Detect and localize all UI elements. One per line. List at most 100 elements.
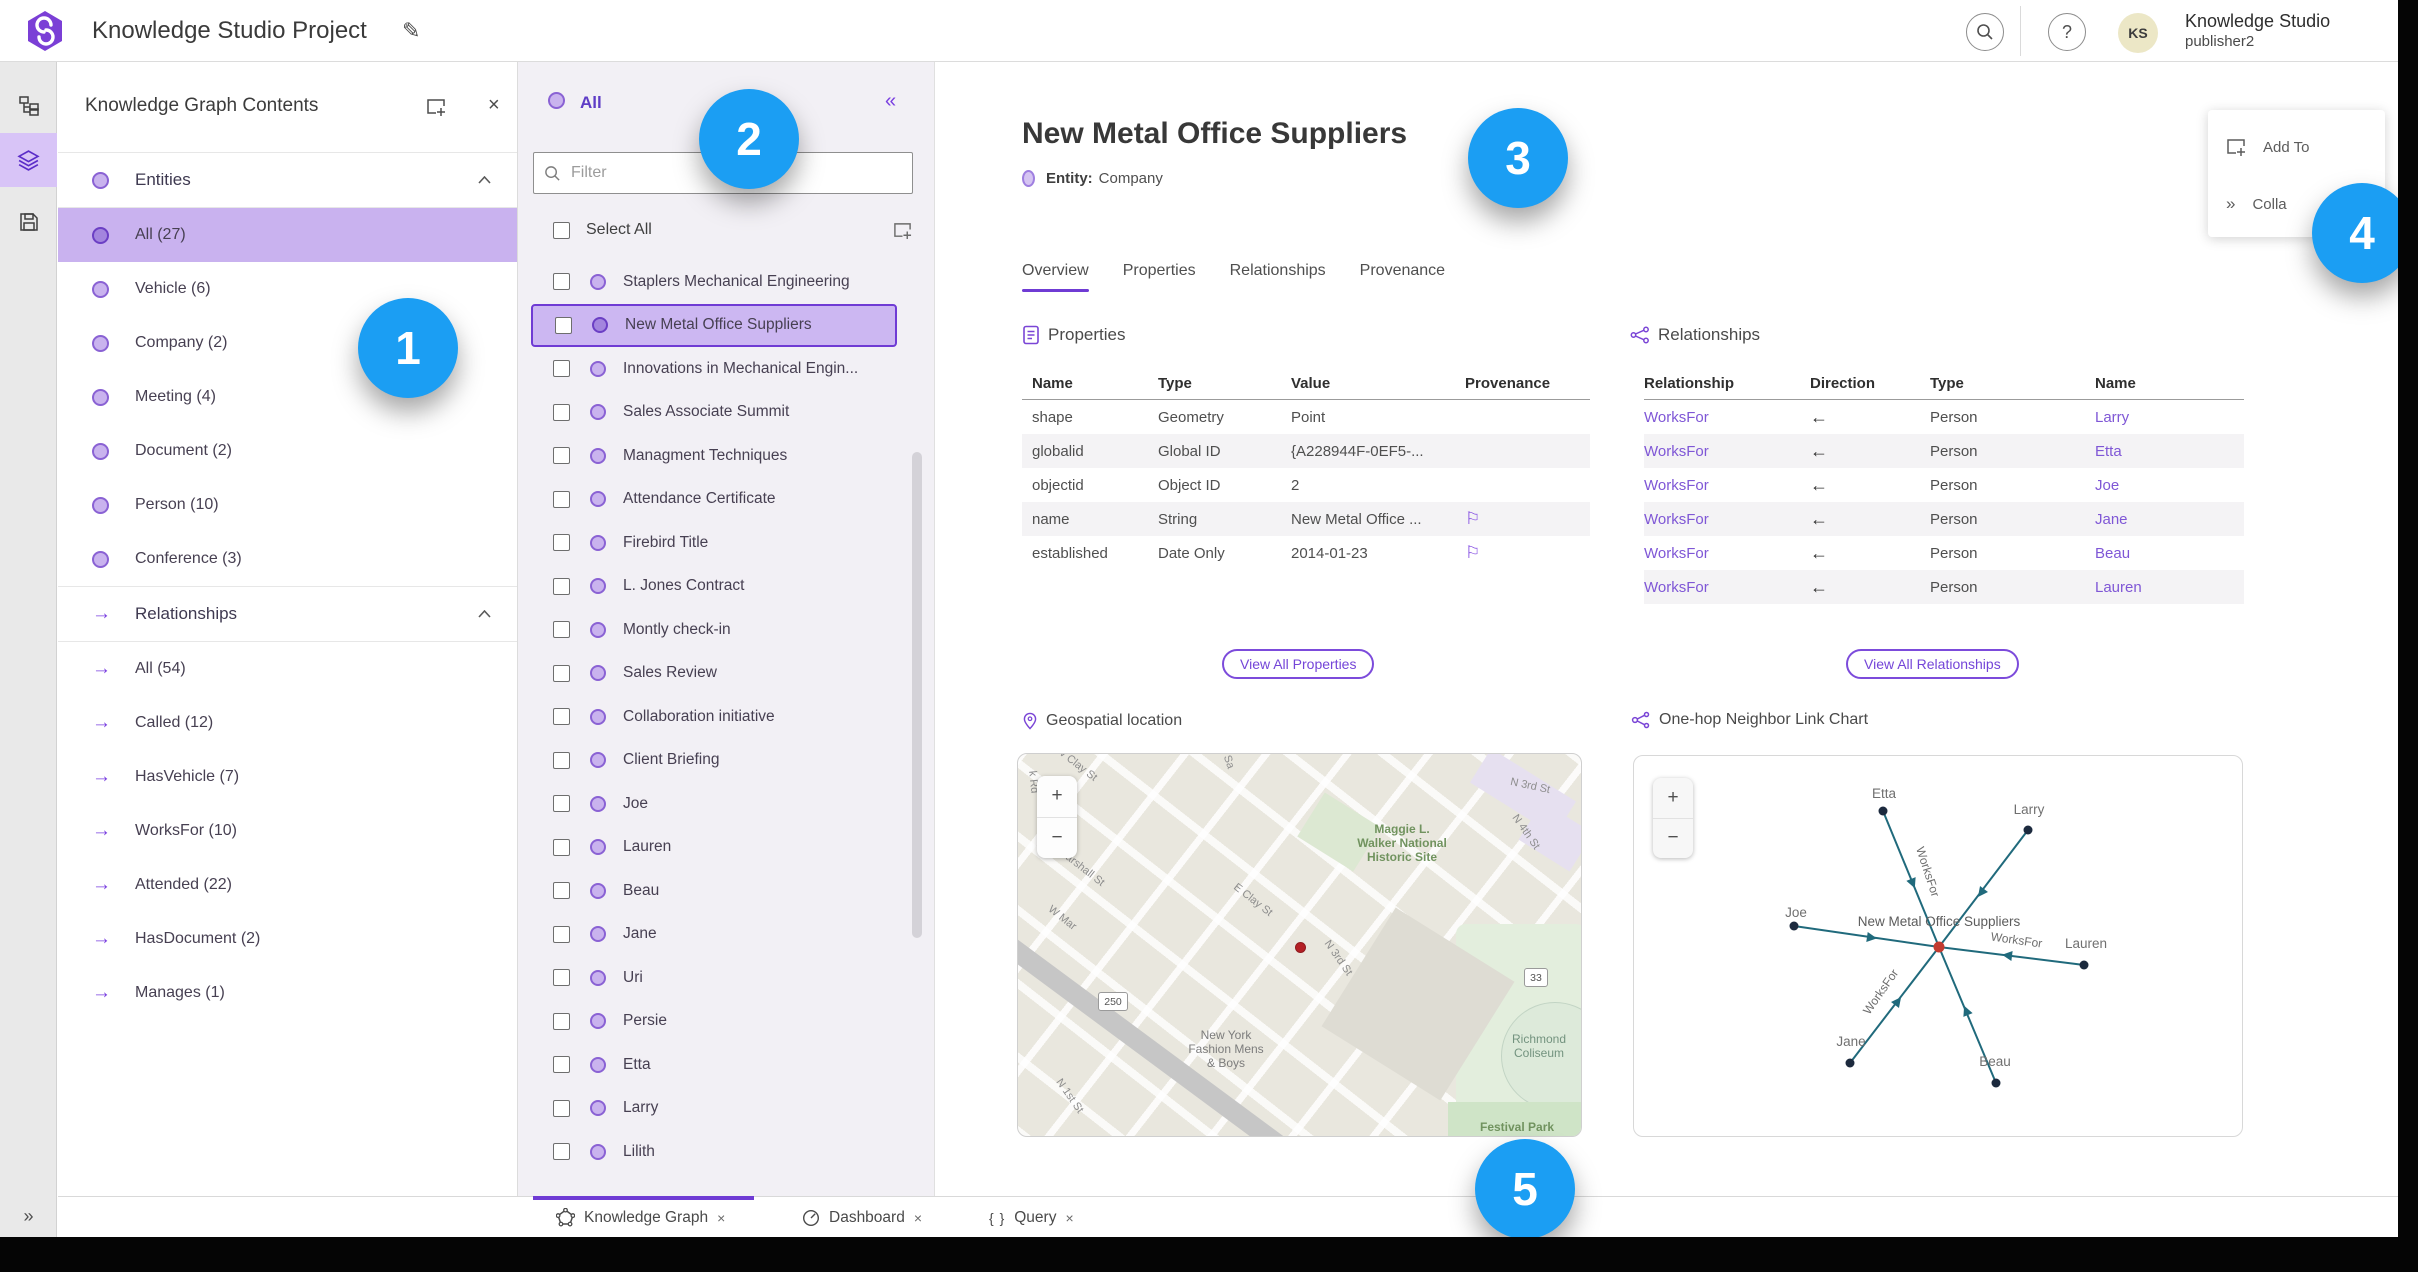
relationship-filter-hasdocument[interactable]: → HasDocument (2) <box>58 912 517 966</box>
list-item[interactable]: Sales Associate Summit <box>518 391 935 435</box>
table-row[interactable]: WorksFor ← Person Joe <box>1644 468 2244 502</box>
table-row[interactable]: established Date Only 2014-01-23 ⚐ <box>1022 536 1590 570</box>
tab-query[interactable]: { } Query × <box>989 1197 1074 1237</box>
select-all-checkbox[interactable] <box>553 221 570 239</box>
rail-item-save[interactable] <box>0 195 57 249</box>
table-row[interactable]: WorksFor ← Person Jane <box>1644 502 2244 536</box>
table-row[interactable]: globalid Global ID {A228944F-0EF5-... <box>1022 434 1590 468</box>
table-row[interactable]: WorksFor ← Person Beau <box>1644 536 2244 570</box>
add-to-new-button[interactable] <box>893 221 912 240</box>
list-item[interactable]: Attendance Certificate <box>518 478 935 522</box>
item-checkbox[interactable] <box>553 795 570 813</box>
relationship-filter-worksfor[interactable]: → WorksFor (10) <box>58 804 517 858</box>
tab-properties[interactable]: Properties <box>1123 262 1196 292</box>
tab-overview[interactable]: Overview <box>1022 262 1089 292</box>
graph-node[interactable] <box>2079 960 2089 970</box>
table-row[interactable]: WorksFor ← Person Etta <box>1644 434 2244 468</box>
relationship-filter-manages[interactable]: → Manages (1) <box>58 966 517 1020</box>
item-checkbox[interactable] <box>553 1143 570 1161</box>
table-row[interactable]: WorksFor ← Person Lauren <box>1644 570 2244 604</box>
item-checkbox[interactable] <box>553 969 570 987</box>
list-item[interactable]: Firebird Title <box>518 521 935 565</box>
rail-item-contents[interactable] <box>0 133 57 187</box>
list-item[interactable]: L. Jones Contract <box>518 565 935 609</box>
close-tab-icon[interactable]: × <box>914 1210 922 1226</box>
list-item[interactable]: Persie <box>518 1000 935 1044</box>
table-row[interactable]: shape Geometry Point <box>1022 400 1590 434</box>
item-checkbox[interactable] <box>553 447 570 465</box>
list-item[interactable]: Sales Review <box>518 652 935 696</box>
rail-item-schema[interactable] <box>0 79 57 133</box>
list-item[interactable]: Jane <box>518 913 935 957</box>
list-item[interactable]: Client Briefing <box>518 739 935 783</box>
entity-filter-meeting[interactable]: Meeting (4) <box>58 370 517 424</box>
list-item[interactable]: Beau <box>518 869 935 913</box>
provenance-flag-icon[interactable]: ⚐ <box>1465 543 1600 563</box>
item-checkbox[interactable] <box>555 316 572 334</box>
add-to-new-button[interactable] <box>426 97 446 117</box>
graph-node[interactable] <box>1789 921 1799 931</box>
entity-filter-vehicle[interactable]: Vehicle (6) <box>58 262 517 316</box>
view-all-properties-button[interactable]: View All Properties <box>1222 649 1375 679</box>
item-checkbox[interactable] <box>553 621 570 639</box>
rail-expand-button[interactable]: » <box>0 1206 57 1227</box>
item-checkbox[interactable] <box>553 838 570 856</box>
relationship-filter-attended[interactable]: → Attended (22) <box>58 858 517 912</box>
list-item[interactable]: Staplers Mechanical Engineering <box>518 260 935 304</box>
relationships-section-header[interactable]: → Relationships <box>58 586 517 642</box>
graph-node[interactable] <box>1845 1058 1855 1068</box>
close-panel-button[interactable]: × <box>488 94 500 117</box>
list-item[interactable]: Montly check-in <box>518 608 935 652</box>
collapse-panel-button[interactable]: « <box>885 90 896 113</box>
graph-node[interactable] <box>1878 806 1888 816</box>
entity-filter-document[interactable]: Document (2) <box>58 424 517 478</box>
list-item[interactable]: Uri <box>518 956 935 1000</box>
list-item[interactable]: Lauren <box>518 826 935 870</box>
list-item[interactable]: Innovations in Mechanical Engin... <box>518 347 935 391</box>
tab-knowledge-graph[interactable]: Knowledge Graph × <box>556 1197 725 1237</box>
item-checkbox[interactable] <box>553 490 570 508</box>
entity-filter-all[interactable]: All (27) <box>58 208 517 262</box>
tab-dashboard[interactable]: Dashboard × <box>802 1197 922 1237</box>
tab-relationships[interactable]: Relationships <box>1230 262 1326 292</box>
list-item[interactable]: Etta <box>518 1043 935 1087</box>
provenance-flag-icon[interactable]: ⚐ <box>1465 509 1600 529</box>
item-checkbox[interactable] <box>553 1012 570 1030</box>
close-tab-icon[interactable]: × <box>1065 1210 1073 1226</box>
zoom-out-button[interactable]: − <box>1037 818 1077 859</box>
relationship-filter-hasvehicle[interactable]: → HasVehicle (7) <box>58 750 517 804</box>
add-to-menu-item[interactable]: Add To <box>2208 119 2385 175</box>
list-item[interactable]: Joe <box>518 782 935 826</box>
item-checkbox[interactable] <box>553 577 570 595</box>
tab-provenance[interactable]: Provenance <box>1360 262 1445 292</box>
item-checkbox[interactable] <box>553 1099 570 1117</box>
table-row[interactable]: WorksFor ← Person Larry <box>1644 400 2244 434</box>
zoom-in-button[interactable]: + <box>1653 778 1693 819</box>
item-checkbox[interactable] <box>553 1056 570 1074</box>
entity-filter-person[interactable]: Person (10) <box>58 478 517 532</box>
zoom-out-button[interactable]: − <box>1653 819 1693 859</box>
relationship-filter-all[interactable]: → All (54) <box>58 642 517 696</box>
search-button[interactable] <box>1966 13 2004 51</box>
link-chart[interactable]: WorksFor WorksFor WorksFor Etta Larry Jo… <box>1633 755 2243 1137</box>
edit-title-icon[interactable]: ✎ <box>402 18 420 44</box>
zoom-in-button[interactable]: + <box>1037 776 1077 818</box>
item-checkbox[interactable] <box>553 664 570 682</box>
help-button[interactable]: ? <box>2048 13 2086 51</box>
center-graph-node[interactable] <box>1933 941 1945 953</box>
graph-node[interactable] <box>2023 825 2033 835</box>
list-item[interactable]: Lilith <box>518 1130 935 1174</box>
item-checkbox[interactable] <box>553 273 570 291</box>
entities-section-header[interactable]: Entities <box>58 152 517 208</box>
close-tab-icon[interactable]: × <box>717 1210 725 1226</box>
list-item-selected[interactable]: New Metal Office Suppliers <box>531 303 897 347</box>
item-checkbox[interactable] <box>553 751 570 769</box>
item-checkbox[interactable] <box>553 925 570 943</box>
view-all-relationships-button[interactable]: View All Relationships <box>1846 649 2019 679</box>
list-item[interactable]: Larry <box>518 1087 935 1131</box>
graph-node[interactable] <box>1991 1078 2001 1088</box>
scrollbar[interactable] <box>912 452 922 938</box>
table-row[interactable]: objectid Object ID 2 <box>1022 468 1590 502</box>
account-info[interactable]: Knowledge Studio publisher2 <box>2185 10 2330 51</box>
avatar[interactable]: KS <box>2118 13 2158 53</box>
